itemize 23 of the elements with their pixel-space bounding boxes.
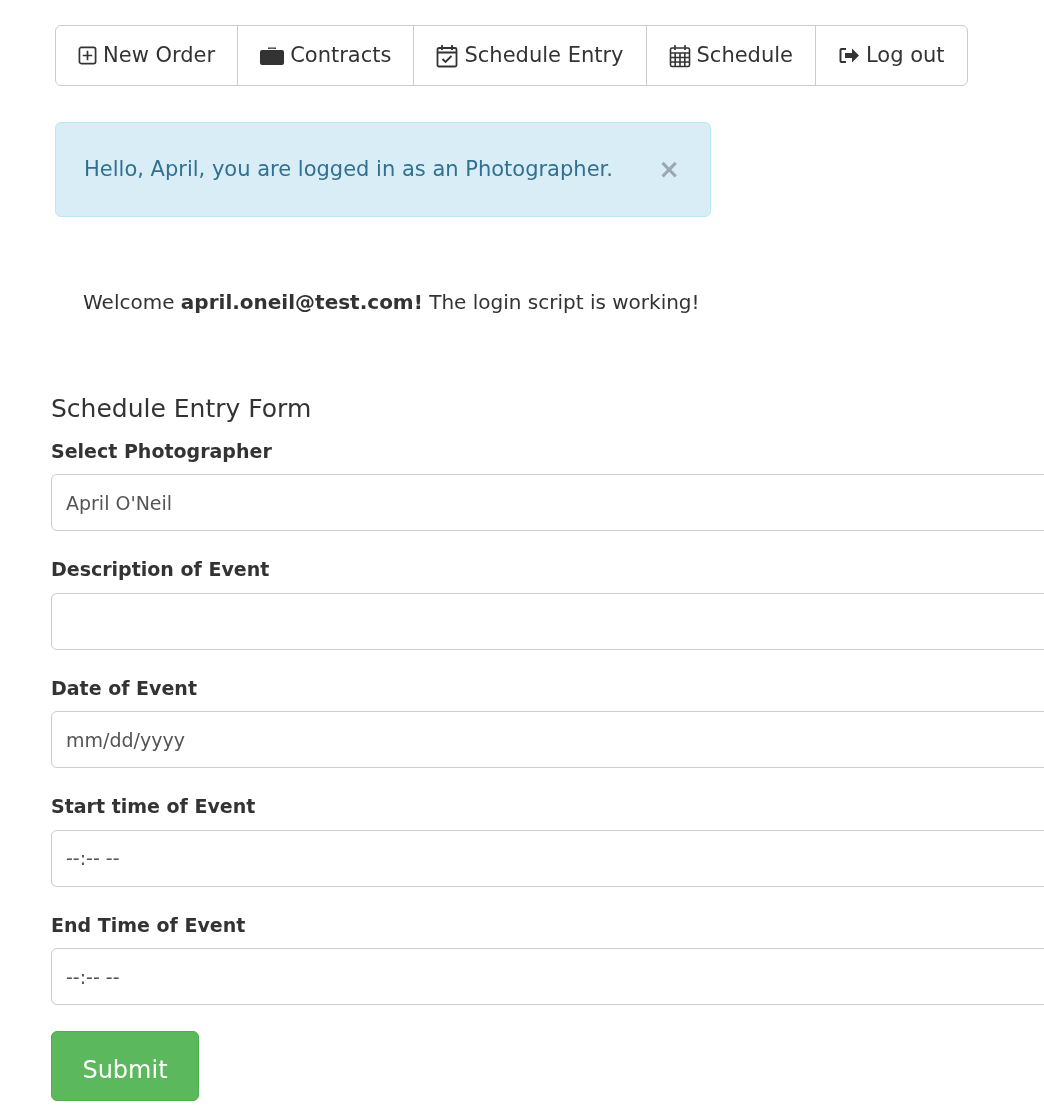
calendar-icon [668, 43, 691, 68]
briefcase-icon [260, 46, 285, 65]
nav-button[interactable]: New Order [56, 26, 238, 85]
field-label: Date of Event [51, 675, 198, 701]
input-field[interactable]: --:-- -- [51, 948, 1044, 1005]
input-field[interactable]: April O'Neil [51, 474, 1044, 531]
logout-icon [838, 46, 860, 65]
nav-button[interactable]: Schedule [645, 26, 815, 85]
welcome-message: Welcome april.oneil@test.com! The login script is working! [83, 289, 701, 316]
calendar-check-icon [436, 43, 459, 68]
nav-button[interactable]: Log out [815, 26, 967, 85]
plus-square-icon [78, 46, 97, 65]
nav-button[interactable]: Schedule Entry [413, 26, 646, 85]
input-field[interactable]: --:-- -- [51, 829, 1044, 887]
field-label: Start time of Event [51, 794, 257, 819]
nav-button[interactable]: Contracts [237, 26, 414, 85]
field-label: End Time of Event [51, 912, 247, 938]
field-label: Select Photographer [51, 438, 273, 464]
input-field[interactable] [51, 592, 1044, 650]
form-title: Schedule Entry Form [51, 393, 313, 425]
input-field[interactable]: mm/dd/yyyy [51, 711, 1044, 768]
alert-message: Hello, April, you are logged in as an Photographer. [84, 155, 613, 183]
field-label: Description of Event [51, 557, 271, 582]
